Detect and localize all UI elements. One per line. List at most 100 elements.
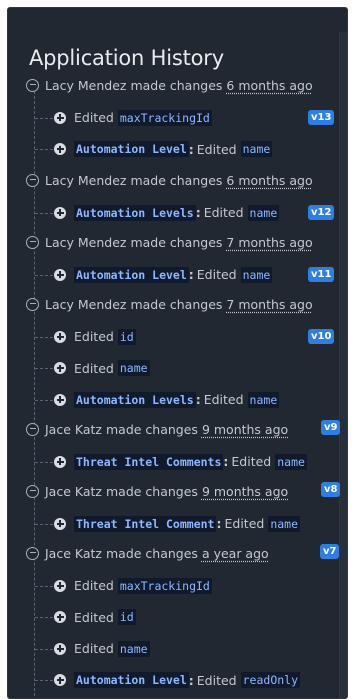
edited-label: Edited	[74, 110, 114, 125]
edited-label: Edited	[224, 516, 265, 531]
change-action: made changes	[130, 296, 223, 312]
version-badge[interactable]: v9	[321, 420, 341, 435]
expand-plus-icon[interactable]	[54, 206, 66, 219]
change-group-header[interactable]: Jace Katz made changes a year ago	[26, 544, 269, 562]
change-author: Jace Katz	[45, 545, 102, 561]
edited-label: Edited	[231, 454, 272, 469]
relative-time[interactable]: 6 months ago	[226, 173, 312, 188]
change-entry[interactable]: Threat Intel Comments: Edited name	[54, 453, 308, 471]
change-entry[interactable]: Threat Intel Comment: Edited name	[54, 515, 301, 533]
version-badge[interactable]: v10	[308, 328, 335, 344]
change-action: made changes	[130, 234, 223, 250]
change-author: Lacy Mendez	[45, 77, 127, 93]
expand-plus-icon[interactable]	[54, 611, 66, 623]
section-name: Threat Intel Comments	[74, 453, 224, 470]
timeline-branch	[35, 680, 53, 681]
section-separator: :	[216, 516, 222, 531]
field-name: maxTrackingId	[117, 577, 212, 594]
change-entry[interactable]: Edited name	[54, 359, 151, 377]
section-name: Automation Level	[74, 672, 189, 688]
relative-time[interactable]: 9 months ago	[202, 484, 288, 499]
timeline-branch	[35, 149, 53, 150]
timeline-branch	[35, 585, 53, 587]
change-group-header[interactable]: Jace Katz made changes 9 months ago	[26, 482, 288, 500]
version-badge[interactable]: v7	[320, 544, 340, 559]
version-badge[interactable]: v12	[308, 204, 335, 220]
timeline-branch	[35, 461, 53, 463]
expand-plus-icon[interactable]	[54, 143, 66, 155]
collapse-circle-icon[interactable]	[26, 297, 39, 311]
timeline-branch	[35, 648, 53, 650]
change-entry[interactable]: Edited id	[54, 608, 137, 626]
change-entry[interactable]: Automation Level: Edited readOnly	[54, 671, 301, 689]
change-group-header[interactable]: Lacy Mendez made changes 6 months ago	[26, 76, 313, 94]
change-entry[interactable]: Automation Levels: Edited name	[54, 204, 280, 222]
change-action: made changes	[130, 172, 223, 188]
change-group-header[interactable]: Lacy Mendez made changes 7 months ago	[26, 295, 313, 313]
change-entry[interactable]: Automation Level: Edited name	[54, 140, 273, 158]
change-entry[interactable]: Automation Levels: Edited name	[54, 391, 280, 409]
expand-plus-icon[interactable]	[54, 393, 66, 406]
section-name: Automation Level	[74, 266, 189, 283]
change-action: made changes	[105, 421, 198, 437]
field-name: name	[247, 391, 280, 408]
version-badge[interactable]: v8	[321, 482, 341, 497]
change-entry[interactable]: Edited name	[54, 640, 151, 658]
relative-time[interactable]: 6 months ago	[226, 78, 312, 93]
field-name: name	[247, 204, 280, 221]
field-name: name	[117, 640, 150, 657]
edited-label: Edited	[203, 392, 244, 407]
change-action: made changes	[105, 483, 198, 499]
change-entry[interactable]: Edited id	[54, 328, 137, 346]
expand-plus-icon[interactable]	[54, 455, 66, 468]
change-author: Lacy Mendez	[45, 172, 127, 188]
section-separator: :	[188, 672, 194, 688]
section-name: Threat Intel Comment	[74, 515, 217, 532]
expand-plus-icon[interactable]	[54, 642, 66, 655]
collapse-circle-icon[interactable]	[26, 484, 39, 498]
expand-plus-icon[interactable]	[54, 517, 66, 530]
expand-plus-icon[interactable]	[54, 330, 66, 343]
relative-time[interactable]: 9 months ago	[202, 422, 288, 437]
version-badge[interactable]: v11	[308, 266, 335, 282]
change-action: made changes	[105, 545, 198, 561]
change-group-header[interactable]: Lacy Mendez made changes 6 months ago	[26, 171, 313, 189]
change-author: Jace Katz	[45, 421, 102, 437]
edited-label: Edited	[196, 141, 237, 157]
timeline-branch	[35, 212, 53, 214]
relative-time[interactable]: 7 months ago	[226, 235, 312, 250]
collapse-circle-icon[interactable]	[26, 235, 39, 249]
version-badge[interactable]: v13	[308, 109, 335, 125]
expand-plus-icon[interactable]	[54, 268, 66, 281]
change-entry[interactable]: Edited maxTrackingId	[54, 109, 213, 127]
section-name: Automation Level	[74, 141, 189, 157]
section-name: Automation Levels	[74, 204, 196, 221]
change-group-header[interactable]: Jace Katz made changes 9 months ago	[26, 420, 288, 438]
edited-label: Edited	[74, 641, 114, 656]
field-name: name	[275, 453, 307, 470]
change-entry[interactable]: Automation Level: Edited name	[54, 266, 273, 284]
collapse-circle-icon[interactable]	[26, 173, 39, 187]
collapse-circle-icon[interactable]	[26, 422, 39, 436]
relative-time[interactable]: a year ago	[202, 546, 269, 561]
timeline-branch	[35, 399, 53, 401]
collapse-circle-icon[interactable]	[26, 546, 39, 560]
change-entry[interactable]: Edited maxTrackingId	[54, 577, 213, 595]
field-name: id	[117, 609, 136, 625]
edited-label: Edited	[203, 205, 244, 220]
relative-time[interactable]: 7 months ago	[226, 297, 312, 312]
edited-label: Edited	[196, 672, 237, 688]
section-separator: :	[188, 267, 194, 282]
expand-plus-icon[interactable]	[54, 674, 66, 686]
section-separator: :	[188, 141, 194, 157]
expand-plus-icon[interactable]	[54, 362, 66, 374]
expand-plus-icon[interactable]	[54, 111, 66, 124]
change-group-header[interactable]: Lacy Mendez made changes 7 months ago	[26, 233, 313, 251]
timeline-branch	[35, 368, 53, 369]
collapse-circle-icon[interactable]	[26, 78, 39, 92]
expand-plus-icon[interactable]	[54, 579, 66, 592]
field-name: name	[240, 266, 273, 283]
application-history-panel: Application History Lacy Mendez made cha…	[7, 7, 348, 699]
change-author: Jace Katz	[45, 483, 102, 499]
change-author: Lacy Mendez	[45, 234, 127, 250]
